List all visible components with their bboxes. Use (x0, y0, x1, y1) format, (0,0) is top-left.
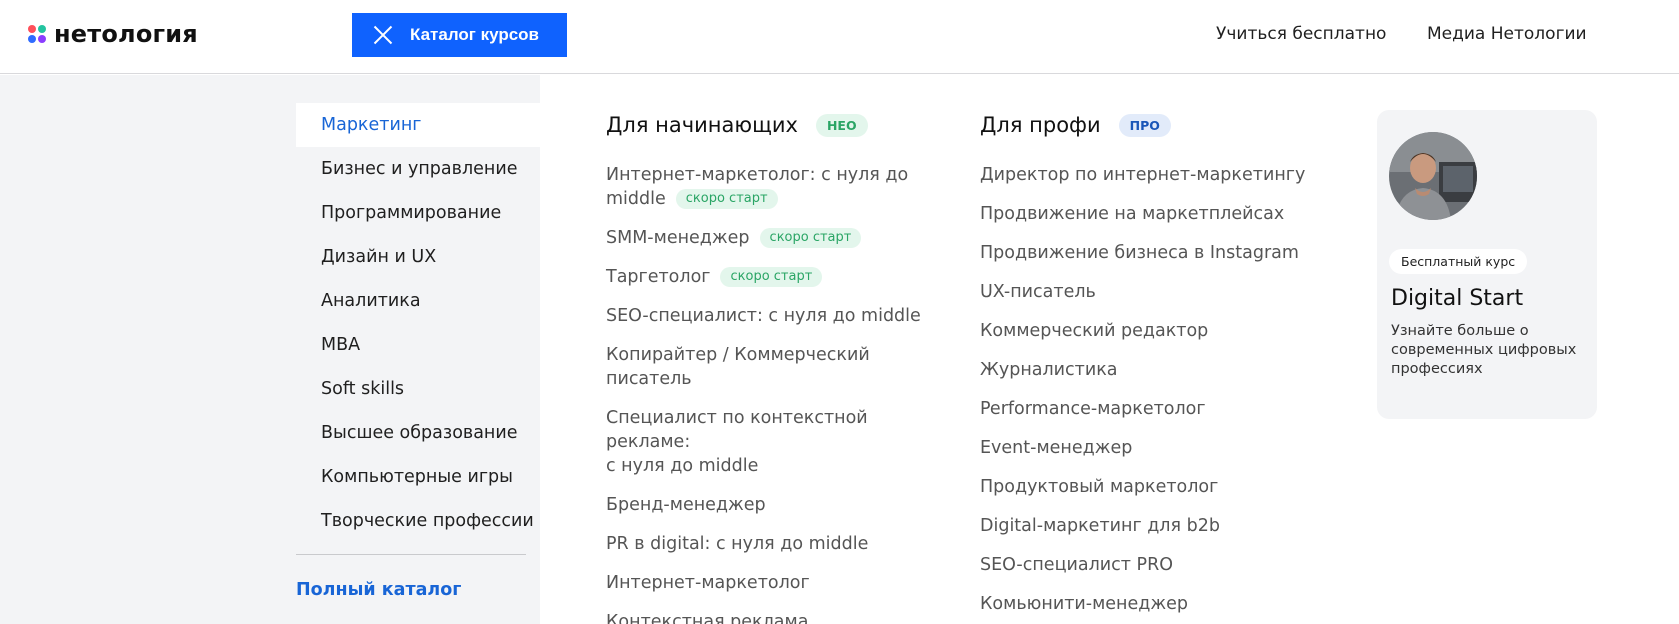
course-link[interactable]: Digital-маркетинг для b2b (980, 514, 1320, 538)
neo-badge: НЕО (815, 113, 868, 137)
course-link[interactable]: Контекстная реклама (606, 610, 946, 624)
beginners-header: Для начинающих НЕО (606, 109, 946, 141)
course-link[interactable]: PR в digital: с нуля до middle (606, 532, 946, 556)
beginners-column: Для начинающих НЕО Интернет-маркетолог: … (606, 109, 946, 624)
nav-media[interactable]: Медиа Нетологии (1427, 24, 1587, 44)
course-link[interactable]: Продуктовый маркетолог (980, 475, 1320, 499)
beginners-title: Для начинающих (606, 113, 798, 137)
sidebar-item-games[interactable]: Компьютерные игры (296, 455, 540, 499)
course-link[interactable]: Журналистика (980, 358, 1320, 382)
sidebar-item-programming[interactable]: Программирование (296, 191, 540, 235)
course-link[interactable]: Коммерческий редактор (980, 319, 1320, 343)
pros-column: Для профи ПРО Директор по интернет-марке… (980, 109, 1320, 624)
logo-dots-icon (28, 25, 46, 43)
course-link[interactable]: Интернет-маркетолог (606, 571, 946, 595)
catalog-button[interactable]: Каталог курсов (352, 13, 567, 57)
nav-learn-free[interactable]: Учиться бесплатно (1216, 24, 1386, 44)
sidebar-item-marketing[interactable]: Маркетинг (296, 103, 540, 147)
course-link[interactable]: Комьюнити-менеджер (980, 592, 1320, 616)
pros-title: Для профи (980, 113, 1101, 137)
soon-badge: скоро старт (675, 189, 778, 209)
course-link[interactable]: Директор по интернет-маркетингу (980, 163, 1320, 187)
course-link[interactable]: Специалист по контекстной рекламе: с нул… (606, 406, 946, 478)
sidebar-divider (296, 554, 526, 555)
course-link[interactable]: Performance-маркетолог (980, 397, 1320, 421)
course-link[interactable]: SEO-специалист PRO (980, 553, 1320, 577)
category-sidebar: Маркетинг Бизнес и управление Программир… (296, 103, 540, 543)
course-link[interactable]: Бренд-менеджер (606, 493, 946, 517)
course-link[interactable]: Продвижение на маркетплейсах (980, 202, 1320, 226)
sidebar-item-analytics[interactable]: Аналитика (296, 279, 540, 323)
catalog-button-label: Каталог курсов (410, 25, 539, 44)
logo[interactable]: нетология (28, 22, 198, 46)
sidebar-item-soft-skills[interactable]: Soft skills (296, 367, 540, 411)
sidebar-item-mba[interactable]: MBA (296, 323, 540, 367)
free-course-badge: Бесплатный курс (1389, 249, 1528, 274)
course-link[interactable]: Интернет-маркетолог: с нуля до middle ско… (606, 163, 946, 211)
full-catalog-link[interactable]: Полный каталог (296, 580, 461, 600)
sidebar-item-creative[interactable]: Творческие профессии (296, 499, 540, 543)
course-link[interactable]: UX-писатель (980, 280, 1320, 304)
course-link[interactable]: Event-менеджер (980, 436, 1320, 460)
person-photo-icon (1389, 132, 1477, 220)
promo-card[interactable]: Бесплатный курс Digital Start Узнайте бо… (1377, 110, 1597, 419)
course-link[interactable]: Продвижение бизнеса в Instagram (980, 241, 1320, 265)
pros-header: Для профи ПРО (980, 109, 1320, 141)
soon-badge: скоро старт (759, 228, 862, 248)
course-link[interactable]: SMM-менеджер скоро старт (606, 226, 946, 250)
course-link[interactable]: Таргетолог скоро старт (606, 265, 946, 289)
promo-description: Узнайте больше о современных цифровых пр… (1391, 323, 1577, 377)
sidebar-item-design[interactable]: Дизайн и UX (296, 235, 540, 279)
sidebar-item-business[interactable]: Бизнес и управление (296, 147, 540, 191)
logo-text: нетология (54, 20, 198, 48)
soon-badge: скоро старт (720, 267, 823, 287)
close-icon (372, 24, 394, 46)
pro-badge: ПРО (1118, 113, 1171, 137)
course-link[interactable]: SEO-специалист: с нуля до middle (606, 304, 946, 328)
course-link[interactable]: Копирайтер / Коммерческий писатель (606, 343, 946, 391)
site-header: нетология Каталог курсов Учиться бесплат… (0, 0, 1679, 74)
sidebar-item-higher-education[interactable]: Высшее образование (296, 411, 540, 455)
promo-title: Digital Start (1391, 286, 1524, 311)
